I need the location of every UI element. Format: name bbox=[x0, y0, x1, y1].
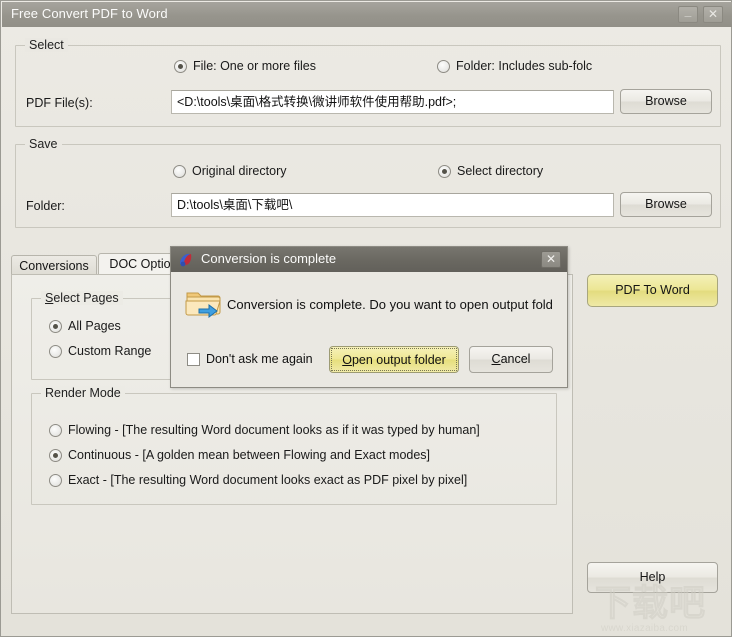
app-root: Free Convert PDF to Word _ ✕ Select File… bbox=[0, 0, 732, 637]
close-icon: ✕ bbox=[707, 7, 719, 21]
radio-custom-range-label: Custom Range bbox=[68, 344, 152, 358]
radio-file-label: File: One or more files bbox=[193, 59, 316, 73]
save-group-legend: Save bbox=[25, 137, 62, 151]
radio-all-pages-indicator bbox=[49, 319, 62, 333]
open-output-folder-mnemonic: O bbox=[342, 352, 352, 367]
browse-files-label: Browse bbox=[645, 94, 687, 108]
radio-folder-label: Folder: Includes sub-folc bbox=[456, 59, 593, 73]
dialog-checkbox-clip: Don't ask me again bbox=[187, 350, 315, 370]
radio-original-label: Original directory bbox=[192, 164, 287, 178]
dialog-message: Conversion is complete. Do you want to o… bbox=[227, 297, 553, 312]
dont-ask-again-label: Don't ask me again bbox=[206, 352, 313, 366]
radio-render-flowing-label: Flowing - [The resulting Word document l… bbox=[68, 423, 480, 437]
pdf-files-input[interactable]: <D:\tools\桌面\格式转换\微讲师软件使用帮助.pdf>; bbox=[171, 90, 614, 114]
radio-custom-range[interactable]: Custom Range bbox=[49, 344, 151, 358]
browse-folder-label: Browse bbox=[645, 197, 687, 211]
minimize-button[interactable]: _ bbox=[678, 4, 698, 23]
dialog-titlebar: Conversion is complete ✕ bbox=[171, 247, 567, 272]
select-group-legend: Select bbox=[25, 38, 68, 52]
browse-files-button[interactable]: Browse bbox=[620, 89, 712, 114]
radio-original-directory[interactable]: Original directory bbox=[173, 164, 286, 178]
help-label: Help bbox=[639, 570, 666, 584]
radio-file-indicator bbox=[174, 59, 187, 73]
radio-select-indicator bbox=[438, 164, 451, 178]
radio-all-pages[interactable]: All Pages bbox=[49, 319, 121, 333]
radio-select-label: Select directory bbox=[457, 164, 544, 178]
radio-folder-indicator bbox=[437, 59, 450, 73]
cancel-label: Cancel bbox=[470, 347, 552, 372]
render-mode-legend: Render Mode bbox=[41, 386, 125, 400]
radio-folder[interactable]: Folder: Includes sub-folc bbox=[437, 59, 592, 73]
select-group: Select bbox=[15, 38, 721, 127]
tab-conversions[interactable]: Conversions bbox=[11, 255, 97, 275]
radio-render-exact[interactable]: Exact - [The resulting Word document loo… bbox=[49, 473, 467, 487]
watermark-url: www.xiazaiba.com bbox=[601, 623, 689, 634]
pdf-to-word-button[interactable]: PDF To Word bbox=[587, 274, 718, 307]
dialog-close-button[interactable]: ✕ bbox=[541, 251, 561, 268]
radio-render-exact-indicator bbox=[49, 473, 62, 487]
radio-render-continuous-label: Continuous - [A golden mean between Flow… bbox=[68, 448, 431, 462]
close-button[interactable]: ✕ bbox=[703, 6, 723, 23]
help-button[interactable]: Help bbox=[587, 562, 718, 593]
window-title: Free Convert PDF to Word bbox=[11, 6, 168, 21]
radio-custom-range-indicator bbox=[49, 344, 62, 358]
open-output-folder-label: Open output folder bbox=[342, 353, 446, 367]
cancel-mnemonic: C bbox=[491, 352, 501, 366]
checkbox-indicator bbox=[187, 352, 200, 366]
radio-original-indicator bbox=[173, 164, 186, 178]
dont-ask-again-checkbox[interactable]: Don't ask me again bbox=[187, 352, 313, 366]
radio-render-exact-label: Exact - [The resulting Word document loo… bbox=[68, 473, 468, 487]
radio-file[interactable]: File: One or more files bbox=[174, 59, 316, 73]
radio-all-pages-label: All Pages bbox=[68, 319, 121, 333]
minimize-icon: _ bbox=[684, 4, 692, 18]
radio-render-flowing[interactable]: Flowing - [The resulting Word document l… bbox=[49, 423, 480, 437]
cancel-label-rest: ancel bbox=[500, 352, 531, 366]
browse-folder-button[interactable]: Browse bbox=[620, 192, 712, 217]
open-folder-icon bbox=[185, 287, 223, 319]
radio-select-directory[interactable]: Select directory bbox=[438, 164, 543, 178]
radio-render-continuous-indicator bbox=[49, 448, 62, 462]
radio-render-continuous[interactable]: Continuous - [A golden mean between Flow… bbox=[49, 448, 430, 462]
select-pages-legend: Select Pages bbox=[41, 291, 123, 305]
open-output-folder-label-rest: pen output folder bbox=[351, 352, 446, 367]
folder-input[interactable]: D:\tools\桌面\下载吧\ bbox=[171, 193, 614, 217]
select-pages-group: Select Pages bbox=[31, 291, 181, 380]
select-pages-legend-rest: elect Pages bbox=[53, 291, 119, 305]
radio-render-flowing-indicator bbox=[49, 423, 62, 437]
open-output-folder-button[interactable]: Open output folder bbox=[329, 346, 459, 373]
cancel-button[interactable]: Cancel bbox=[469, 346, 553, 373]
pdf-files-label: PDF File(s): bbox=[26, 96, 93, 110]
open-output-folder-focus-ring: Open output folder bbox=[331, 348, 457, 371]
dialog-title: Conversion is complete bbox=[201, 251, 337, 266]
folder-label: Folder: bbox=[26, 199, 65, 213]
pdf-to-word-label: PDF To Word bbox=[615, 283, 690, 297]
window-titlebar: Free Convert PDF to Word _ ✕ bbox=[2, 2, 732, 27]
app-logo-icon bbox=[177, 251, 195, 269]
dialog-close-icon: ✕ bbox=[545, 252, 557, 266]
conversion-complete-dialog: Conversion is complete ✕ Conversion is c… bbox=[170, 246, 568, 388]
